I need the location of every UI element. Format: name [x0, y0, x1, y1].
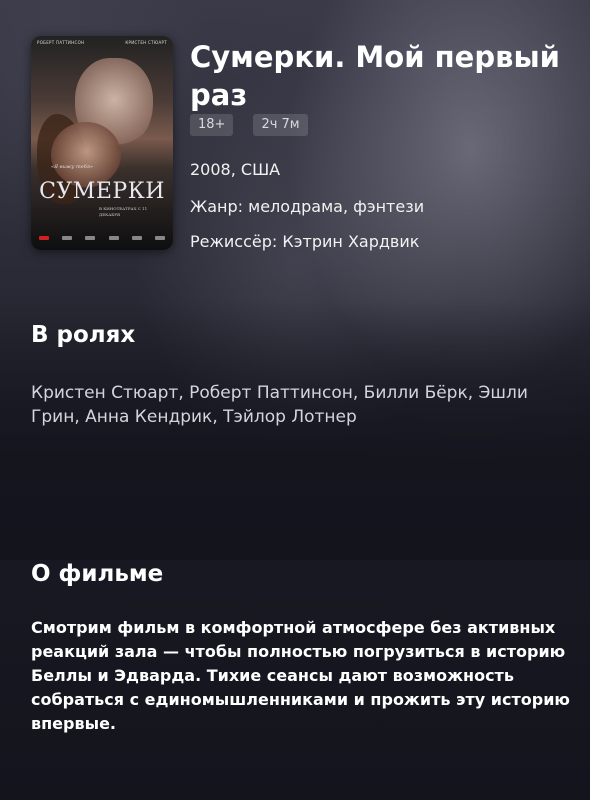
- poster-logos: [39, 236, 165, 242]
- logo-icon: [62, 236, 73, 240]
- poster-credit-left: РОБЕРТ ПАТТИНСОН: [37, 40, 85, 45]
- logo-icon: [108, 236, 119, 240]
- genre: Жанр: мелодрама, фэнтези: [190, 197, 425, 216]
- poster-release: В КИНОТЕАТРАХ С 11 ДЕКАБРЯ: [99, 206, 148, 217]
- movie-title: Сумерки. Мой первый раз: [190, 40, 560, 112]
- age-rating-badge: 18+: [190, 114, 234, 136]
- poster-tagline: «Я вижу тебя»: [51, 164, 94, 170]
- cast-heading: В ролях: [31, 322, 136, 348]
- director: Режиссёр: Кэтрин Хардвик: [190, 232, 420, 251]
- movie-badges: 18+ 2ч 7м: [190, 114, 308, 136]
- logo-icon: [131, 236, 142, 240]
- poster-credit-right: КРИСТЕН СТЮАРТ: [125, 40, 167, 45]
- cast-list: Кристен Стюарт, Роберт Паттинсон, Билли …: [31, 383, 528, 427]
- poster-credits: РОБЕРТ ПАТТИНСОН КРИСТЕН СТЮАРТ: [37, 40, 167, 45]
- poster-title: СУМЕРКИ: [39, 179, 165, 204]
- movie-poster[interactable]: РОБЕРТ ПАТТИНСОН КРИСТЕН СТЮАРТ «Я вижу …: [31, 36, 173, 250]
- logo-icon: [85, 236, 96, 240]
- year-country: 2008, США: [190, 160, 281, 179]
- logo-icon: [39, 236, 49, 240]
- movie-details: РОБЕРТ ПАТТИНСОН КРИСТЕН СТЮАРТ «Я вижу …: [0, 0, 590, 800]
- about-description: Смотрим фильм в комфортной атмосфере без…: [31, 618, 570, 733]
- logo-icon: [154, 236, 165, 240]
- duration-badge: 2ч 7м: [253, 114, 308, 136]
- about-heading: О фильме: [31, 561, 164, 587]
